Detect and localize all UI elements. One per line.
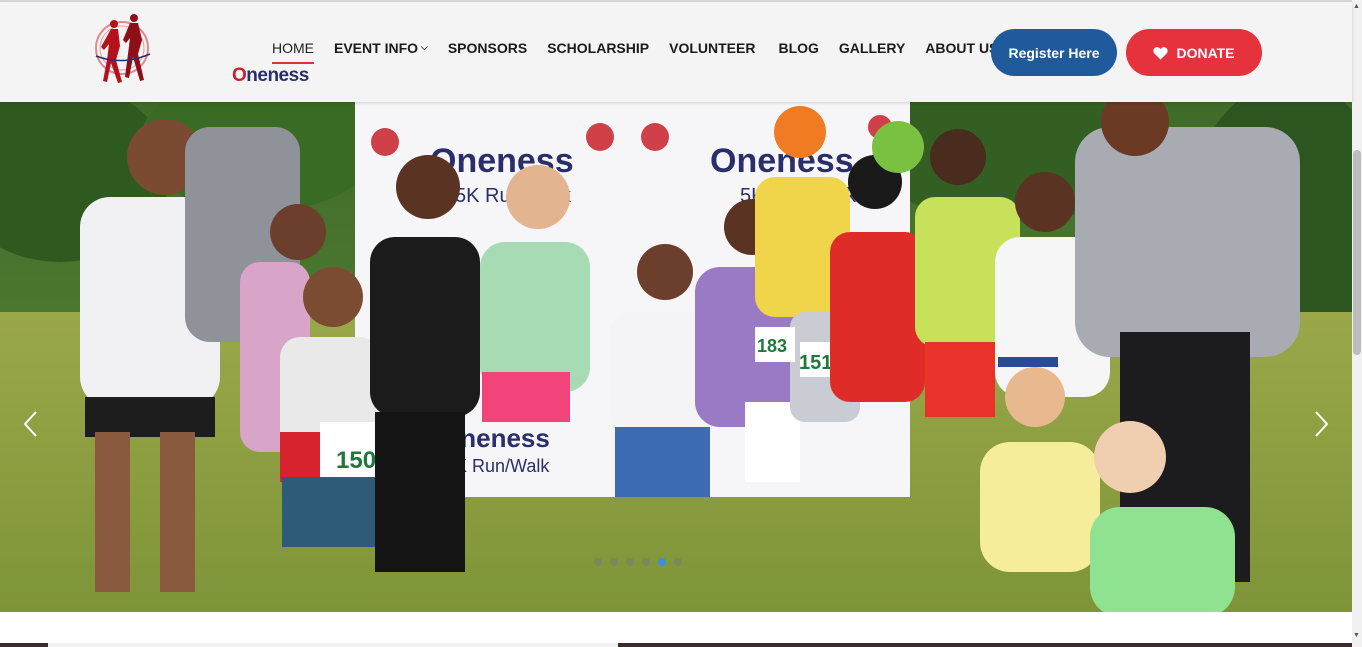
nav-item-gallery[interactable]: GALLERY: [839, 40, 905, 56]
logo-wordmark: Oneness: [232, 65, 309, 87]
slider-dot[interactable]: [626, 558, 634, 566]
chevron-left-icon: [23, 411, 37, 437]
hero-photo: Oneness Oneness 5K Run/Walk 5K Run/Walk …: [0, 102, 1352, 612]
nav-label-about-us: ABOUT US: [925, 40, 999, 56]
runners-logo-icon: [95, 14, 151, 83]
nav-label-sponsors: SPONSORS: [447, 40, 528, 56]
nav-item-blog[interactable]: BLOG: [778, 40, 818, 56]
logo-letter-o: O: [232, 65, 247, 86]
nav-label-blog: BLOG: [778, 40, 819, 56]
register-button-label: Register Here: [1008, 44, 1100, 61]
nav-item-sponsors[interactable]: SPONSORS: [448, 40, 527, 56]
nav-label-home: HOME: [272, 40, 314, 56]
slider-dot-active[interactable]: [658, 558, 666, 566]
site-logo[interactable]: Oneness: [92, 10, 309, 96]
donate-button[interactable]: DONATE: [1126, 29, 1262, 76]
register-here-button[interactable]: Register Here: [991, 29, 1117, 76]
logo-text-rest: neness: [246, 65, 309, 86]
slider-dot[interactable]: [594, 558, 602, 566]
nav-item-volunteer[interactable]: VOLUNTEER: [669, 40, 755, 56]
slider-next-button[interactable]: [1311, 409, 1331, 439]
scrollbar-thumb[interactable]: [1353, 150, 1361, 355]
nav-label-scholarship: SCHOLARSHIP: [547, 40, 650, 56]
nav-item-scholarship[interactable]: SCHOLARSHIP: [547, 40, 649, 56]
main-nav: HOME EVENT INFO ⌵ SPONSORS SCHOLARSHIP VO…: [272, 38, 1028, 64]
slider-dot[interactable]: [642, 558, 650, 566]
scroll-up-arrow-icon[interactable]: ▲: [1353, 3, 1360, 10]
svg-text:151: 151: [799, 352, 832, 374]
nav-label-volunteer: VOLUNTEER: [669, 40, 756, 56]
svg-text:183: 183: [757, 336, 787, 356]
hero-slider[interactable]: Oneness Oneness 5K Run/Walk 5K Run/Walk …: [0, 102, 1352, 612]
slider-dot[interactable]: [674, 558, 682, 566]
scroll-down-arrow-icon[interactable]: ▼: [1353, 632, 1360, 639]
slider-dot[interactable]: [610, 558, 618, 566]
chevron-right-icon: [1315, 411, 1329, 437]
slider-prev-button[interactable]: [21, 409, 41, 439]
nav-item-event-info[interactable]: EVENT INFO ⌵: [334, 40, 428, 56]
donate-button-label: DONATE: [1176, 44, 1235, 61]
heart-icon: [1153, 46, 1169, 60]
chevron-down-icon: ⌵: [421, 41, 428, 52]
page-content-start: [0, 612, 1352, 647]
site-header: Oneness HOME EVENT INFO ⌵ SPONSORS SCHOLA…: [0, 2, 1352, 102]
nav-label-gallery: GALLERY: [838, 40, 906, 56]
nav-item-home[interactable]: HOME: [272, 40, 314, 64]
slider-dots: [590, 558, 686, 566]
next-section-edge-light: [48, 643, 618, 647]
svg-text:150: 150: [336, 447, 376, 474]
nav-label-event-info: EVENT INFO: [334, 40, 419, 56]
